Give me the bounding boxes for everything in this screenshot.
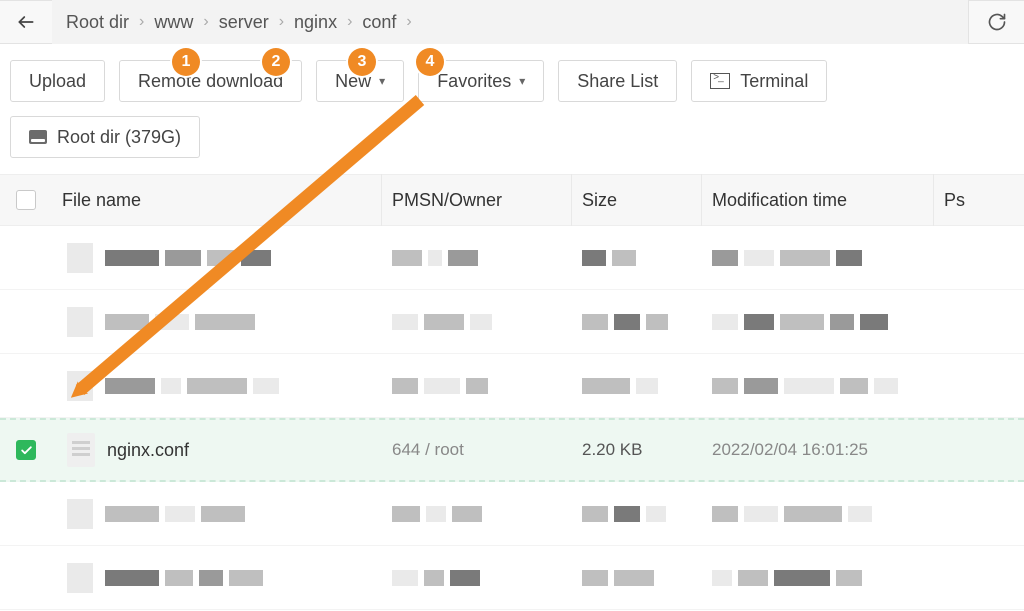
upload-button[interactable]: Upload: [10, 60, 105, 102]
col-pmsn[interactable]: PMSN/Owner: [382, 174, 572, 226]
chevron-down-icon: ▾: [379, 74, 385, 88]
file-name: nginx.conf: [107, 440, 189, 461]
disk-icon: [29, 130, 47, 144]
table-row[interactable]: [0, 546, 1024, 610]
terminal-button[interactable]: Terminal: [691, 60, 827, 102]
chevron-right-icon: ›: [139, 13, 144, 31]
terminal-icon: [710, 73, 730, 89]
upload-label: Upload: [29, 71, 86, 92]
select-all-checkbox[interactable]: [16, 190, 36, 210]
terminal-label: Terminal: [740, 71, 808, 92]
annotation-badge-1: 1: [172, 48, 200, 76]
chevron-down-icon: ▾: [519, 74, 525, 88]
file-size: 2.20 KB: [572, 440, 702, 460]
check-icon: [20, 444, 33, 457]
breadcrumb-bar: Root dir › www › server › nginx › conf ›: [0, 0, 1024, 44]
toolbar: Upload Remote download New▾ Favorites▾ S…: [0, 44, 1024, 174]
table-row[interactable]: [0, 482, 1024, 546]
back-button[interactable]: [0, 0, 52, 44]
refresh-icon: [987, 12, 1007, 32]
annotation-badge-2: 2: [262, 48, 290, 76]
col-mtime[interactable]: Modification time: [702, 174, 934, 226]
breadcrumb-item-nginx[interactable]: nginx: [290, 12, 341, 33]
table-row[interactable]: [0, 226, 1024, 290]
share-list-button[interactable]: Share List: [558, 60, 677, 102]
file-mtime: 2022/02/04 16:01:25: [702, 440, 934, 460]
col-size[interactable]: Size: [572, 174, 702, 226]
table-row-selected[interactable]: nginx.conf 644 / root 2.20 KB 2022/02/04…: [0, 418, 1024, 482]
annotation-badge-4: 4: [416, 48, 444, 76]
chevron-right-icon: ›: [406, 13, 411, 31]
file-pmsn: 644 / root: [382, 440, 572, 460]
file-icon: [67, 433, 95, 467]
root-dir-button[interactable]: Root dir (379G): [10, 116, 200, 158]
refresh-button[interactable]: [968, 0, 1024, 44]
breadcrumb-item-rootdir[interactable]: Root dir: [62, 12, 133, 33]
table-row[interactable]: [0, 354, 1024, 418]
chevron-right-icon: ›: [279, 13, 284, 31]
col-filename[interactable]: File name: [52, 174, 382, 226]
chevron-right-icon: ›: [203, 13, 208, 31]
table-header: File name PMSN/Owner Size Modification t…: [0, 174, 1024, 226]
row-checkbox[interactable]: [16, 440, 36, 460]
breadcrumb-item-conf[interactable]: conf: [358, 12, 400, 33]
arrow-left-icon: [16, 12, 36, 32]
select-all-cell: [0, 190, 52, 210]
remote-download-label: Remote download: [138, 71, 283, 92]
table-row[interactable]: [0, 290, 1024, 354]
annotation-badge-3: 3: [348, 48, 376, 76]
col-ps[interactable]: Ps: [934, 174, 1024, 226]
chevron-right-icon: ›: [347, 13, 352, 31]
breadcrumb-item-www[interactable]: www: [150, 12, 197, 33]
breadcrumb-item-server[interactable]: server: [215, 12, 273, 33]
root-dir-label: Root dir (379G): [57, 127, 181, 148]
breadcrumb: Root dir › www › server › nginx › conf ›: [52, 0, 968, 44]
share-list-label: Share List: [577, 71, 658, 92]
favorites-label: Favorites: [437, 71, 511, 92]
